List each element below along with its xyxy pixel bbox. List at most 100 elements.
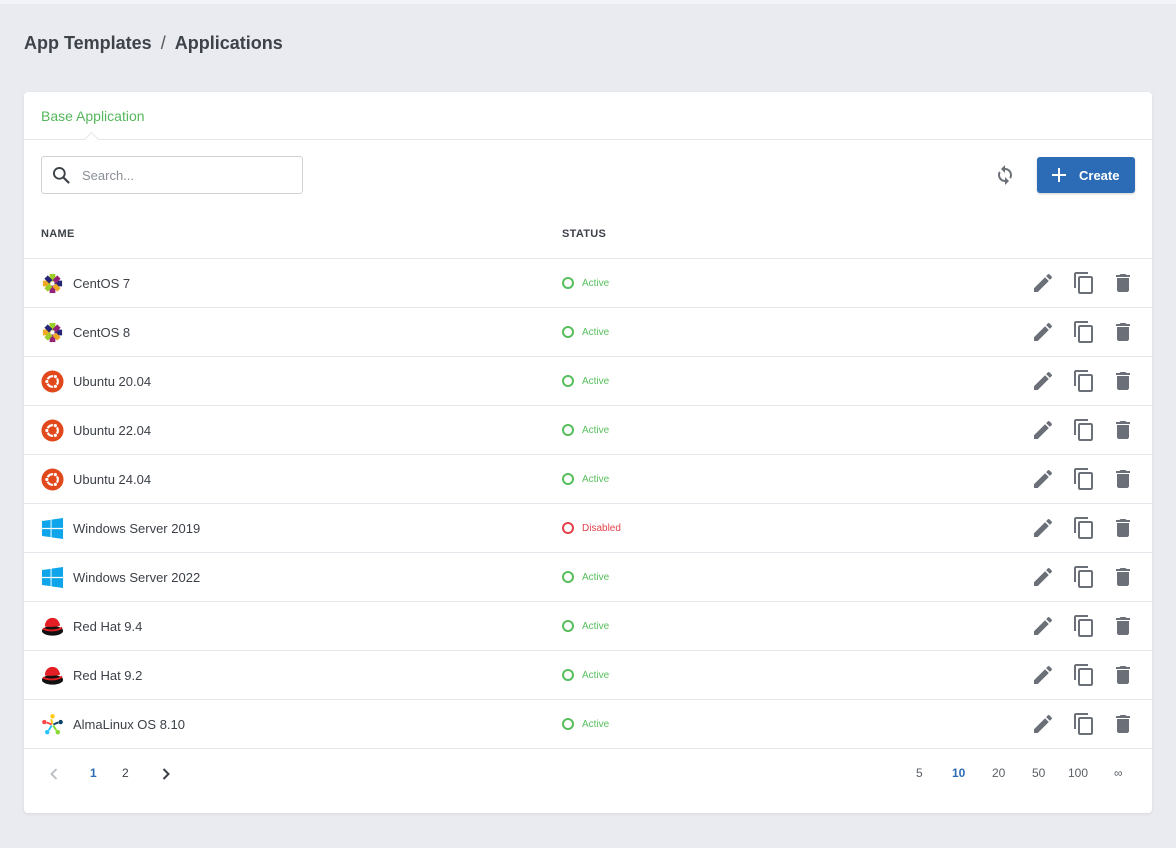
- row-name[interactable]: Red Hat 9.2: [73, 668, 142, 683]
- status-text: Active: [582, 571, 610, 583]
- copy-icon[interactable]: [1072, 418, 1096, 442]
- redhat-logo-icon: [41, 664, 64, 687]
- copy-icon[interactable]: [1072, 467, 1096, 491]
- status-circle-icon: [562, 375, 574, 387]
- previous-page-icon[interactable]: [44, 764, 64, 784]
- edit-icon[interactable]: [1031, 614, 1055, 638]
- copy-icon[interactable]: [1072, 516, 1096, 540]
- edit-icon[interactable]: [1031, 712, 1055, 736]
- tab-bar: Base Application: [24, 92, 1152, 148]
- edit-icon[interactable]: [1031, 271, 1055, 295]
- refresh-icon[interactable]: [993, 163, 1017, 187]
- row-name[interactable]: Windows Server 2022: [73, 570, 200, 585]
- copy-icon[interactable]: [1072, 712, 1096, 736]
- status-circle-icon: [562, 620, 574, 632]
- tab-active-pointer: [83, 131, 100, 148]
- delete-icon[interactable]: [1111, 516, 1135, 540]
- status-text: Active: [582, 424, 610, 436]
- breadcrumb-current: Applications: [174, 33, 283, 53]
- ubuntu-logo-icon: [41, 370, 64, 393]
- copy-icon[interactable]: [1072, 320, 1096, 344]
- row-name[interactable]: Ubuntu 20.04: [73, 374, 151, 389]
- table-row[interactable]: CentOS 7 Active: [24, 259, 1152, 308]
- copy-icon[interactable]: [1072, 271, 1096, 295]
- status-badge: Disabled: [562, 522, 621, 534]
- row-name[interactable]: AlmaLinux OS 8.10: [73, 717, 185, 732]
- create-button[interactable]: Create: [1037, 157, 1135, 193]
- table-row[interactable]: Ubuntu 20.04 Active: [24, 357, 1152, 406]
- next-page-icon[interactable]: [156, 764, 176, 784]
- page-size-50[interactable]: 50: [1032, 766, 1045, 780]
- edit-icon[interactable]: [1031, 467, 1055, 491]
- status-circle-icon: [562, 718, 574, 730]
- table-row[interactable]: AlmaLinux OS 8.10 Active: [24, 700, 1152, 749]
- ubuntu-logo-icon: [41, 468, 64, 491]
- delete-icon[interactable]: [1111, 467, 1135, 491]
- status-text: Disabled: [582, 522, 621, 534]
- delete-icon[interactable]: [1111, 369, 1135, 393]
- delete-icon[interactable]: [1111, 418, 1135, 442]
- applications-card: Base Application Create NAME STATUS Cent…: [24, 92, 1152, 813]
- status-circle-icon: [562, 473, 574, 485]
- status-badge: Active: [562, 718, 609, 730]
- edit-icon[interactable]: [1031, 418, 1055, 442]
- edit-icon[interactable]: [1031, 663, 1055, 687]
- status-circle-icon: [562, 277, 574, 289]
- status-text: Active: [582, 620, 610, 632]
- row-name[interactable]: CentOS 8: [73, 325, 130, 340]
- centos-logo-icon: [41, 321, 64, 344]
- status-text: Active: [582, 718, 610, 730]
- status-circle-icon: [562, 669, 574, 681]
- column-header-name[interactable]: NAME: [41, 228, 75, 240]
- row-name[interactable]: Red Hat 9.4: [73, 619, 142, 634]
- table-row[interactable]: Windows Server 2019 Disabled: [24, 504, 1152, 553]
- copy-icon[interactable]: [1072, 614, 1096, 638]
- page-size-5[interactable]: 5: [916, 766, 923, 780]
- table-row[interactable]: CentOS 8 Active: [24, 308, 1152, 357]
- tab-base-application[interactable]: Base Application: [41, 108, 145, 124]
- row-name[interactable]: Ubuntu 22.04: [73, 423, 151, 438]
- edit-icon[interactable]: [1031, 320, 1055, 344]
- page-size-all[interactable]: ∞: [1114, 766, 1123, 780]
- delete-icon[interactable]: [1111, 712, 1135, 736]
- windows-logo-icon: [41, 517, 64, 540]
- status-circle-icon: [562, 571, 574, 583]
- edit-icon[interactable]: [1031, 516, 1055, 540]
- page-size-100[interactable]: 100: [1068, 766, 1088, 780]
- delete-icon[interactable]: [1111, 271, 1135, 295]
- top-strip: [0, 0, 1176, 4]
- edit-icon[interactable]: [1031, 565, 1055, 589]
- table-row[interactable]: Windows Server 2022 Active: [24, 553, 1152, 602]
- breadcrumb-parent[interactable]: App Templates: [24, 33, 152, 54]
- centos-logo-icon: [41, 272, 64, 295]
- delete-icon[interactable]: [1111, 565, 1135, 589]
- status-circle-icon: [562, 326, 574, 338]
- breadcrumb: App Templates / Applications: [24, 33, 283, 54]
- copy-icon[interactable]: [1072, 663, 1096, 687]
- delete-icon[interactable]: [1111, 320, 1135, 344]
- copy-icon[interactable]: [1072, 369, 1096, 393]
- row-name[interactable]: Windows Server 2019: [73, 521, 200, 536]
- column-header-status[interactable]: STATUS: [562, 228, 606, 240]
- windows-logo-icon: [41, 566, 64, 589]
- edit-icon[interactable]: [1031, 369, 1055, 393]
- table-row[interactable]: Red Hat 9.4 Active: [24, 602, 1152, 651]
- delete-icon[interactable]: [1111, 663, 1135, 687]
- search-input[interactable]: [82, 167, 282, 183]
- page-1[interactable]: 1: [90, 766, 97, 780]
- table-row[interactable]: Ubuntu 24.04 Active: [24, 455, 1152, 504]
- copy-icon[interactable]: [1072, 565, 1096, 589]
- status-badge: Active: [562, 620, 609, 632]
- row-name[interactable]: CentOS 7: [73, 276, 130, 291]
- page-size-20[interactable]: 20: [992, 766, 1005, 780]
- page-2[interactable]: 2: [122, 766, 129, 780]
- page-size-10[interactable]: 10: [952, 766, 965, 780]
- delete-icon[interactable]: [1111, 614, 1135, 638]
- pagination: 1 2 5 10 20 50 100 ∞: [24, 760, 1152, 788]
- row-name[interactable]: Ubuntu 24.04: [73, 472, 151, 487]
- status-text: Active: [582, 326, 610, 338]
- table-row[interactable]: Ubuntu 22.04 Active: [24, 406, 1152, 455]
- almalinux-logo-icon: [41, 713, 64, 736]
- status-text: Active: [582, 277, 610, 289]
- table-row[interactable]: Red Hat 9.2 Active: [24, 651, 1152, 700]
